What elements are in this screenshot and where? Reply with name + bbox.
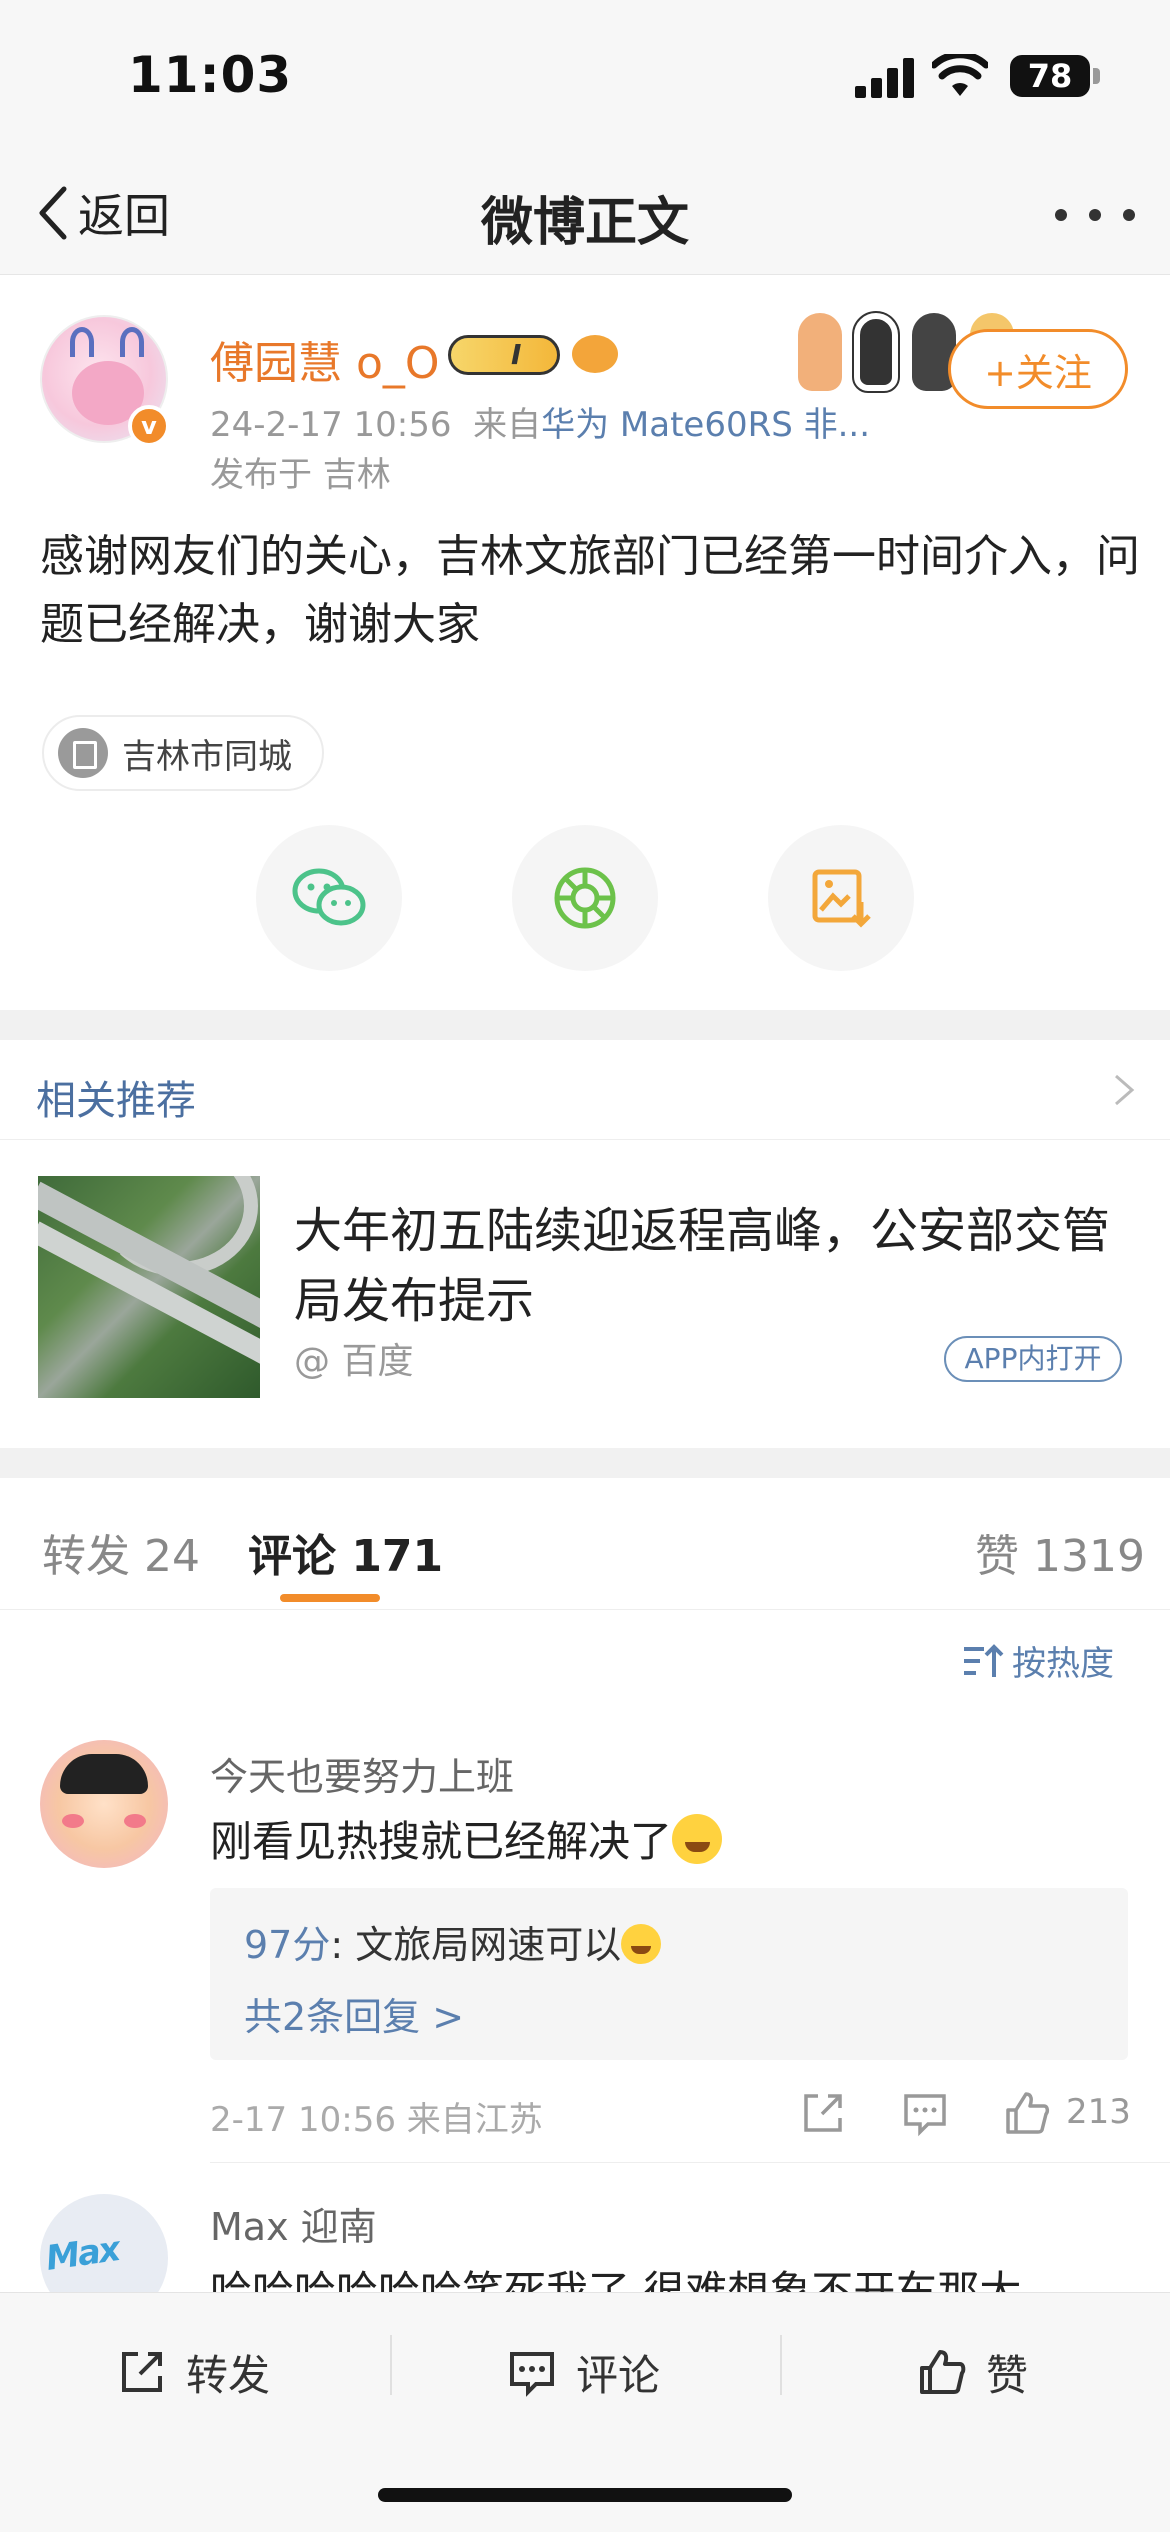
commenter-name[interactable]: 今天也要努力上班 [210,1746,514,1801]
comment-button[interactable]: 评论 [506,2337,660,2407]
post-timestamp: 24-2-17 10:56 [210,405,452,445]
bottom-bar-separator [390,2335,392,2395]
wechat-icon [292,868,366,926]
verified-badge-icon: v [128,405,170,447]
section-divider [0,1448,1170,1478]
topic-label: 吉林市同城 [122,736,292,777]
author-name[interactable]: 傅园慧 o_O [210,327,440,391]
like-label: 赞 [986,2350,1029,2400]
fish-badge-icon[interactable] [572,335,618,373]
tab-likes[interactable]: 赞 1319 [975,1520,1145,1584]
comment-reply-icon[interactable] [900,2088,950,2138]
save-image-button[interactable] [768,825,914,971]
post-content: 感谢网友们的关心，吉林文旅部门已经第一时间介入，问题已经解决，谢谢大家 [40,531,1140,650]
commenter-avatar[interactable] [40,1740,168,1868]
topic-chip[interactable]: 吉林市同城 [42,715,324,791]
share-moments-button[interactable] [512,825,658,971]
active-tab-indicator [280,1594,380,1602]
post-location: 发布于 吉林 [210,455,391,495]
related-source: @ 百度 [294,1341,414,1382]
follow-button[interactable]: +关注 [948,329,1128,409]
bottom-bar-separator [780,2335,782,2395]
repost-button[interactable]: 转发 [116,2337,270,2407]
comment-like-icon[interactable] [1002,2088,1052,2138]
like-button[interactable]: 赞 [916,2337,1028,2407]
moments-icon [554,867,616,929]
related-article-card[interactable]: 大年初五陆续迎返程高峰，公安部交管局发布提示 @ 百度 APP内打开 [0,1140,1170,1440]
reply-line: 97分: 文旅局网速可以 [244,1914,662,1969]
reply-text: : 文旅局网速可以 [330,1923,622,1967]
battery-cap [1093,68,1100,84]
comment-body: 刚看见热搜就已经解决了 [210,1817,673,1866]
status-time: 11:03 [128,46,293,104]
post-card: v 傅园慧 o_O +关注 24-2-17 10:56 来自华为 Mate60R… [0,275,1170,1010]
save-image-icon [812,869,871,928]
source-prefix: 来自 [473,405,542,445]
commenter-name[interactable]: Max 迎南 [210,2196,377,2251]
related-title: 相关推荐 [36,1078,196,1124]
comment-text: 刚看见热搜就已经解决了 [210,1808,723,1869]
wifi-icon [932,54,988,96]
page-title: 微博正文 [480,193,689,253]
signal-icon [855,58,915,98]
share-row [0,825,1170,975]
laugh-cry-emoji-icon [672,1814,723,1864]
battery-indicator: 78 [1010,55,1090,97]
more-icon[interactable] [1055,200,1135,230]
comment-footer: 2-17 10:56 来自江苏 213 [210,2088,1131,2148]
nav-bar: 返回 微博正文 [0,150,1170,275]
interaction-tabs: 转发 24 评论 171 赞 1319 [0,1478,1170,1610]
sort-button[interactable]: 按热度 [962,1636,1114,1685]
home-indicator[interactable] [378,2488,792,2502]
related-header[interactable]: 相关推荐 [0,1040,1170,1140]
repost-icon [122,2352,162,2392]
repost-label: 转发 [186,2350,271,2400]
comment-time: 2-17 10:56 来自江苏 [210,2100,543,2140]
sort-label: 按热度 [1012,1644,1114,1684]
reply-preview[interactable]: 97分: 文旅局网速可以 共2条回复 > [210,1888,1128,2060]
related-headline: 大年初五陆续迎返程高峰，公安部交管局发布提示 [294,1203,1111,1329]
comment-label: 评论 [576,2350,661,2400]
share-wechat-button[interactable] [256,825,402,971]
tab-repost[interactable]: 转发 24 [42,1520,200,1584]
tab-comments[interactable]: 评论 171 [248,1520,443,1584]
comment-repost-icon[interactable] [798,2088,848,2138]
status-bar: 11:03 78 [0,0,1170,150]
city-icon [58,728,108,778]
post-device[interactable]: 华为 Mate60RS 非... [541,405,870,445]
section-divider [0,1010,1170,1040]
chevron-right-icon [1115,1074,1135,1106]
comment-like-count: 213 [1066,2092,1131,2132]
reply-count-link[interactable]: 共2条回复 > [244,1986,464,2041]
related-thumbnail [38,1176,260,1398]
comment-icon [510,2352,554,2397]
laugh-emoji-icon [621,1924,662,1964]
comment-divider [210,2162,1170,2163]
reply-author[interactable]: 97分 [244,1923,330,1967]
like-icon [920,2350,966,2394]
sort-icon [964,1643,1004,1677]
post-meta: 24-2-17 10:56 来自华为 Mate60RS 非... [210,397,870,446]
crown-badge-icon[interactable] [448,335,560,375]
open-in-app-button[interactable]: APP内打开 [944,1336,1122,1382]
